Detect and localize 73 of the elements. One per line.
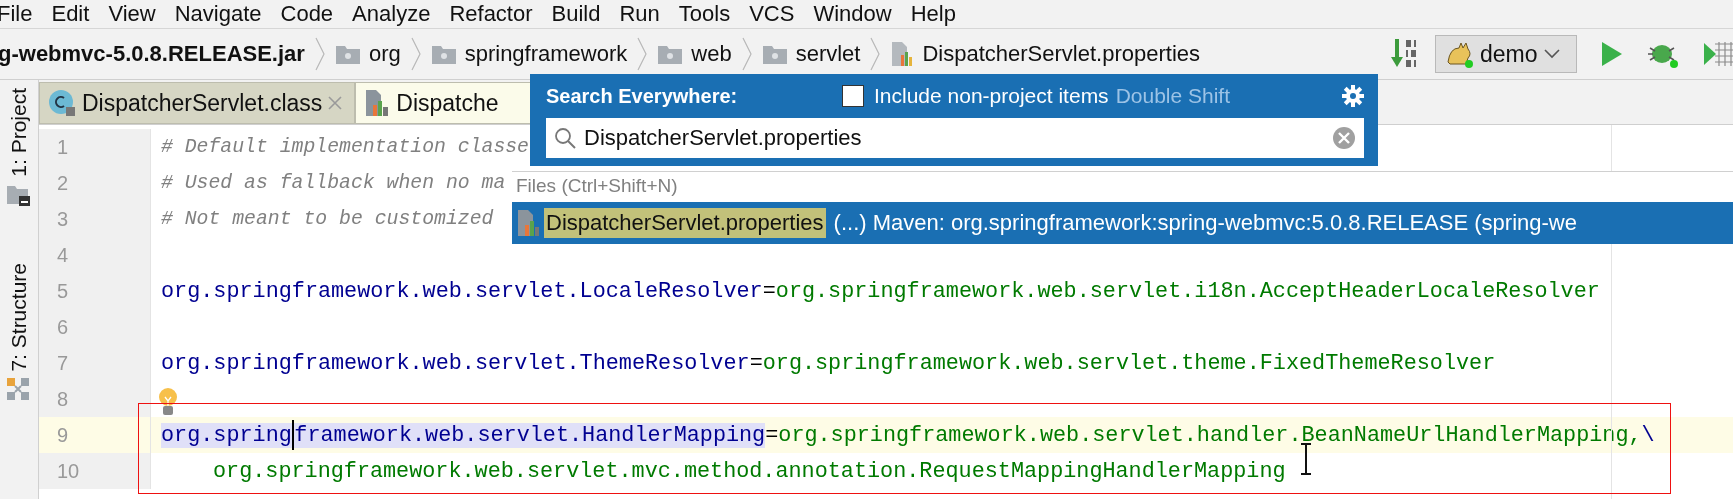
folder-icon (430, 43, 457, 65)
menu-item[interactable]: VCS (749, 1, 795, 27)
line-number: 10 (39, 453, 151, 489)
menu-item[interactable]: Edit (51, 1, 90, 27)
line-continuation: \ (1641, 422, 1655, 448)
chevron-down-icon (1543, 49, 1560, 59)
line-number: 2 (39, 165, 151, 201)
breadcrumb-item[interactable]: web (691, 41, 732, 67)
property-value: org.springframework.web.servlet.i18n.AcceptHeaderLocaleResolver (775, 278, 1600, 304)
settings-icon[interactable] (1342, 85, 1364, 107)
search-input[interactable]: DispatcherServlet.properties (584, 125, 1324, 151)
search-field[interactable]: DispatcherServlet.properties (546, 118, 1364, 158)
menu-item[interactable]: Window (813, 1, 892, 27)
property-key: org.springframework.web.servlet.LocaleResolver (161, 278, 763, 304)
breadcrumb-item[interactable]: springframework (464, 41, 628, 67)
coverage-icon[interactable] (1703, 40, 1733, 68)
folder-icon (657, 43, 684, 65)
code-comment: # Not meant to be customized (161, 208, 494, 230)
equals-sign: = (762, 278, 776, 304)
menu-item[interactable]: Run (619, 1, 660, 27)
properties-file-icon (516, 209, 540, 237)
lightbulb-icon[interactable] (157, 387, 179, 417)
line-number: 1 (39, 129, 151, 165)
property-key: org.springframework.web.servlet.ThemeResolver (161, 350, 750, 376)
property-value: org.springframework.web.servlet.handler.BeanNameUrlHandlerMapping, (778, 422, 1642, 448)
cat-icon (1444, 40, 1474, 68)
tool-window-tab[interactable]: 7: Structure (7, 262, 31, 372)
chevron-icon (637, 37, 648, 71)
breadcrumb-item[interactable]: org (368, 41, 401, 67)
folder-icon (334, 43, 361, 65)
menu-item[interactable]: Refactor (449, 1, 533, 27)
clear-icon[interactable] (1332, 126, 1356, 150)
text-caret (291, 420, 295, 450)
run-configuration-dropdown[interactable]: demo (1435, 35, 1577, 73)
line-number: 4 (39, 237, 151, 273)
equals-sign: = (749, 350, 763, 376)
property-key: org.spring (161, 422, 292, 448)
chevron-icon (870, 37, 881, 71)
line-number: 7 (39, 345, 151, 381)
chevron-icon (410, 37, 421, 71)
properties-file-icon (364, 89, 391, 117)
menu-item[interactable]: Code (280, 1, 334, 27)
run-icon[interactable] (1601, 41, 1623, 67)
code-comment: # Used as fallback when no ma (161, 172, 506, 194)
line-number: 6 (39, 309, 151, 345)
properties-file-icon (890, 41, 915, 67)
chevron-icon (314, 37, 325, 71)
menu-item[interactable]: Analyze (352, 1, 431, 27)
results-header: Files (Ctrl+Shift+N) (515, 174, 679, 198)
breadcrumb-item[interactable]: DispatcherServlet.properties (922, 41, 1201, 67)
menu-item[interactable]: Navigate (174, 1, 262, 27)
shortcut-hint: Double Shift (1115, 84, 1231, 108)
tool-window-tab[interactable]: 1: Project (7, 88, 31, 177)
property-value: org.springframework.web.servlet.theme.FixedThemeResolver (762, 350, 1496, 376)
breadcrumb-item[interactable]: servlet (795, 41, 861, 67)
line-number: 3 (39, 201, 151, 237)
class-icon (48, 89, 76, 117)
folder-icon (761, 43, 788, 65)
editor-tab[interactable]: DispatcherServlet.class (39, 82, 356, 124)
menu-item[interactable]: View (108, 1, 156, 27)
chevron-icon (741, 37, 752, 71)
menu-item[interactable]: Help (910, 1, 956, 27)
property-key: framework.web.servlet.HandlerMapping (294, 422, 766, 448)
line-number: 5 (39, 273, 151, 309)
code-comment: # Default implementation classe (161, 136, 529, 158)
property-value: org.springframework.web.servlet.mvc.method.annotation.RequestMappingHandlerMapping (213, 458, 1286, 484)
search-result[interactable]: DispatcherServlet.properties (...) Maven: org.springframework:spring-webmvc:5.0.8.RELEASE (spring-we (512, 202, 1733, 244)
equals-sign: = (765, 422, 779, 448)
search-icon (554, 127, 576, 149)
line-number: 8 (39, 381, 151, 417)
menu-item[interactable]: Build (551, 1, 601, 27)
include-non-project-checkbox[interactable]: Include non-project items (842, 84, 1109, 108)
menu-item[interactable]: Tools (678, 1, 731, 27)
